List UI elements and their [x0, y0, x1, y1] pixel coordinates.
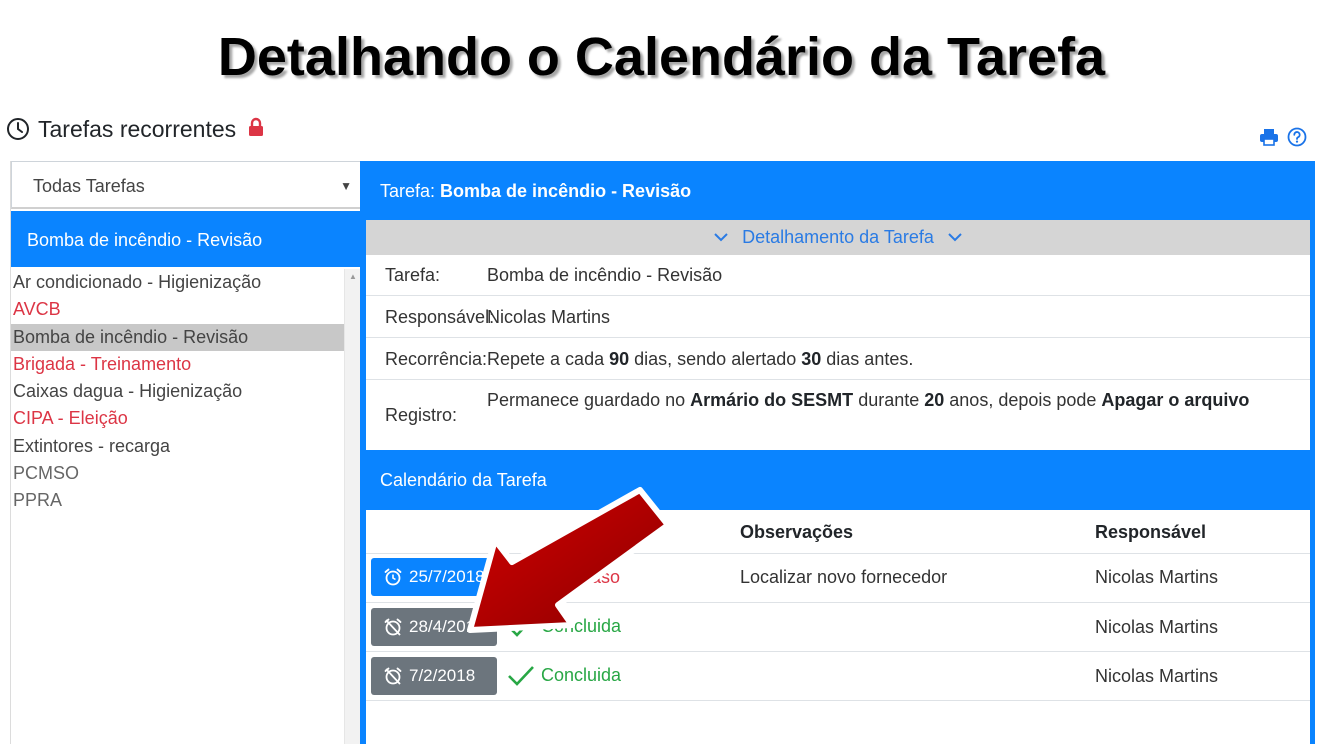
check-icon [508, 617, 534, 637]
row-divider [366, 553, 1310, 554]
task-detail-panel: Tarefa: Bomba de incêndio - Revisão Deta… [360, 161, 1315, 744]
resp-cell: Nicolas Martins [1095, 666, 1219, 686]
page-header: Tarefas recorrentes [6, 114, 264, 144]
detail-row-registro: Registro: Permanece guardado no Armário … [366, 380, 1310, 450]
status-done: Concluida [507, 664, 621, 686]
reg-action: Apagar o arquivo [1101, 390, 1250, 410]
task-list-item[interactable]: PPRA [11, 487, 354, 514]
row-divider [366, 700, 1310, 701]
detail-toggle[interactable]: Detalhamento da Tarefa [366, 220, 1310, 255]
date-label: 7/2/2018 [409, 666, 476, 685]
rec-text: dias, sendo alertado [629, 349, 802, 369]
alarm-off-icon [384, 667, 402, 685]
clock-icon [7, 118, 29, 140]
reg-text: Permanece guardado no [487, 390, 691, 410]
reg-years: 20 [924, 390, 945, 410]
detail-row-responsavel: Responsável: Nicolas Martins [366, 296, 1310, 338]
help-icon[interactable] [1287, 127, 1307, 147]
alarm-off-icon [384, 618, 402, 636]
rec-days: 90 [609, 349, 630, 369]
chevron-down-icon [714, 233, 728, 242]
task-header: Tarefa: Bomba de incêndio - Revisão [380, 181, 691, 202]
date-button[interactable]: 25/7/2018 [371, 558, 497, 596]
rec-text: dias antes. [821, 349, 914, 369]
detail-key: Responsável: [385, 307, 495, 327]
obs-cell: Localizar novo fornecedor [740, 567, 948, 587]
task-list-item[interactable]: Bomba de incêndio - Revisão [11, 323, 354, 351]
chevron-down-icon: ▼ [340, 179, 352, 193]
task-list-item[interactable]: Ar condicionado - Higienização [11, 269, 354, 296]
col-header-observacoes: Observações [740, 522, 854, 542]
selected-task-header[interactable]: Bomba de incêndio - Revisão [11, 209, 361, 267]
status-label: dias de atraso [507, 567, 621, 587]
task-filter-select[interactable]: Todas Tarefas ▼ [11, 161, 361, 209]
detail-row-recorrencia: Recorrência: Repete a cada 90 dias, send… [366, 338, 1310, 380]
task-list-item[interactable]: AVCB [11, 296, 354, 323]
reg-text: anos, depois pode [944, 390, 1102, 410]
date-label: 25/7/2018 [409, 567, 485, 586]
task-list-item[interactable]: Extintores - recarga [11, 433, 354, 460]
row-divider [366, 651, 1310, 652]
filter-value: Todas Tarefas [33, 176, 145, 196]
date-button[interactable]: 7/2/2018 [371, 657, 497, 695]
task-detail-card: Detalhamento da Tarefa Tarefa: Bomba de … [366, 220, 1310, 450]
slide-title: Detalhando o Calendário da Tarefa [217, 27, 1106, 87]
selected-task-label: Bomba de incêndio - Revisão [27, 230, 263, 250]
task-list-item[interactable]: Brigada - Treinamento [11, 351, 354, 378]
page-title: Tarefas recorrentes [38, 115, 237, 142]
detail-toggle-label: Detalhamento da Tarefa [742, 227, 934, 247]
scroll-up-icon[interactable]: ▲ [349, 272, 357, 281]
date-label: 28/4/2018 [409, 617, 485, 636]
calendar-table: Observações Responsável 25/7/2018 dias d… [366, 510, 1310, 744]
reg-text: durante [853, 390, 925, 410]
rec-alert-days: 30 [801, 349, 822, 369]
calendar-title: Calendário da Tarefa [380, 470, 547, 490]
chevron-down-icon [948, 233, 962, 242]
detail-key: Registro: [385, 405, 458, 425]
detail-value: Nicolas Martins [487, 307, 611, 327]
status-done: Concluida [507, 615, 621, 637]
task-list-item[interactable]: Caixas dagua - Higienização [11, 378, 354, 405]
resp-cell: Nicolas Martins [1095, 567, 1219, 587]
detail-value: Permanece guardado no Armário do SESMT d… [487, 380, 1310, 450]
reg-place: Armário do SESMT [690, 390, 854, 410]
status-label: Concluida [541, 615, 622, 636]
detail-key: Tarefa: [385, 265, 441, 285]
task-list-item[interactable]: CIPA - Eleição [11, 405, 354, 432]
col-header-responsavel: Responsável [1095, 522, 1207, 542]
alarm-icon [384, 568, 402, 586]
task-header-name: Bomba de incêndio - Revisão [440, 181, 692, 201]
date-button[interactable]: 28/4/2018 [371, 608, 497, 646]
detail-value: Bomba de incêndio - Revisão [487, 265, 723, 285]
rec-text: Repete a cada [487, 349, 610, 369]
task-list: Ar condicionado - Higienização AVCB Bomba … [11, 269, 354, 744]
resp-cell: Nicolas Martins [1095, 617, 1219, 637]
detail-key: Recorrência: [385, 349, 488, 369]
check-icon [508, 666, 534, 686]
detail-value: Repete a cada 90 dias, sendo alertado 30… [487, 338, 1310, 379]
task-sidebar: Todas Tarefas ▼ Bomba de incêndio - Revi… [10, 161, 361, 744]
toolbar [1259, 127, 1307, 147]
task-list-scrollbar[interactable]: ▲ [344, 269, 361, 744]
task-header-prefix: Tarefa: [380, 181, 436, 201]
row-divider [366, 602, 1310, 603]
status-label: Concluida [541, 664, 622, 685]
print-icon[interactable] [1259, 127, 1279, 147]
status-late: dias de atraso [507, 567, 620, 588]
task-list-item[interactable]: PCMSO [11, 460, 354, 487]
detail-row-tarefa: Tarefa: Bomba de incêndio - Revisão [366, 255, 1310, 296]
lock-icon[interactable] [248, 117, 264, 137]
